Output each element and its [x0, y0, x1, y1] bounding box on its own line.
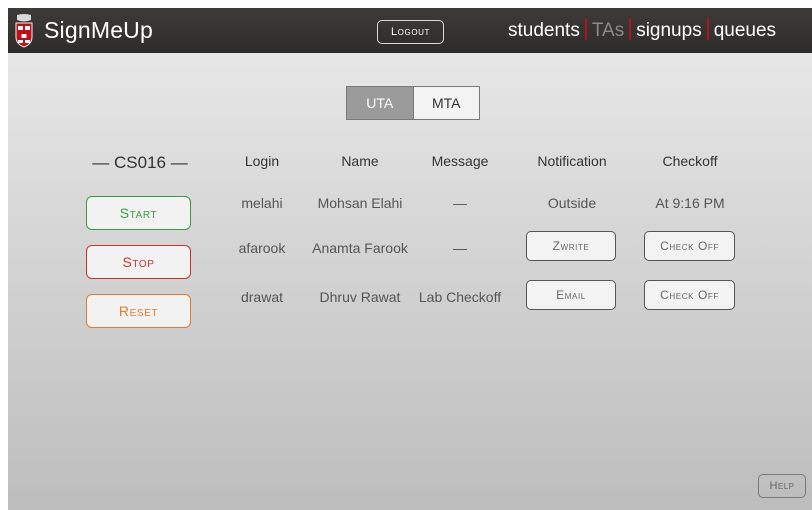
email-button[interactable]: Email	[526, 280, 616, 310]
logout-button[interactable]: Logout	[377, 20, 444, 44]
main-nav: students TAs signups queues	[508, 18, 776, 42]
app-title: SignMeUp	[44, 17, 153, 43]
role-toggle: UTA MTA	[346, 86, 480, 120]
cell-login: melahi	[241, 195, 283, 211]
column-header-login: Login	[244, 153, 280, 169]
nav-separator	[706, 18, 709, 40]
column-header-name: Name	[341, 153, 379, 169]
cell-login: afarook	[238, 240, 286, 256]
cell-name: Mohsan Elahi	[317, 195, 403, 211]
zwrite-button[interactable]: Zwrite	[526, 231, 616, 261]
cell-name: Anamta Farook	[312, 240, 408, 256]
app-window: SignMeUp Logout students TAs signups queues…	[8, 8, 812, 510]
cell-login: drawat	[240, 289, 284, 305]
check-off-button[interactable]: Check Off	[644, 280, 735, 310]
start-button[interactable]: Start	[86, 196, 191, 230]
column-header-checkoff: Checkoff	[662, 153, 718, 169]
toggle-mta[interactable]: MTA	[412, 87, 479, 119]
nav-students[interactable]: students	[508, 20, 580, 41]
cell-message: Lab Checkoff	[418, 289, 502, 305]
nav-signups[interactable]: signups	[636, 20, 702, 41]
toggle-uta[interactable]: UTA	[347, 87, 413, 119]
stop-button[interactable]: Stop	[86, 245, 191, 279]
check-off-button[interactable]: Check Off	[644, 231, 735, 261]
reset-button[interactable]: Reset	[86, 294, 191, 328]
course-title: — CS016 —	[92, 153, 188, 172]
cell-notification: Outside	[547, 195, 597, 211]
nav-tas[interactable]: TAs	[592, 20, 624, 41]
cell-name: Dhruv Rawat	[319, 289, 401, 305]
cell-message: —	[453, 240, 467, 256]
column-header-message: Message	[431, 153, 489, 169]
cell-checkoff: At 9:16 PM	[655, 195, 725, 211]
help-button[interactable]: Help	[758, 474, 806, 498]
nav-separator	[629, 18, 632, 40]
cell-message: —	[453, 195, 467, 211]
top-bar: SignMeUp Logout students TAs signups queues	[8, 8, 812, 53]
column-header-notification: Notification	[537, 153, 607, 169]
nav-separator	[584, 18, 587, 40]
nav-queues[interactable]: queues	[714, 20, 776, 41]
shield-crest-icon	[14, 13, 34, 49]
